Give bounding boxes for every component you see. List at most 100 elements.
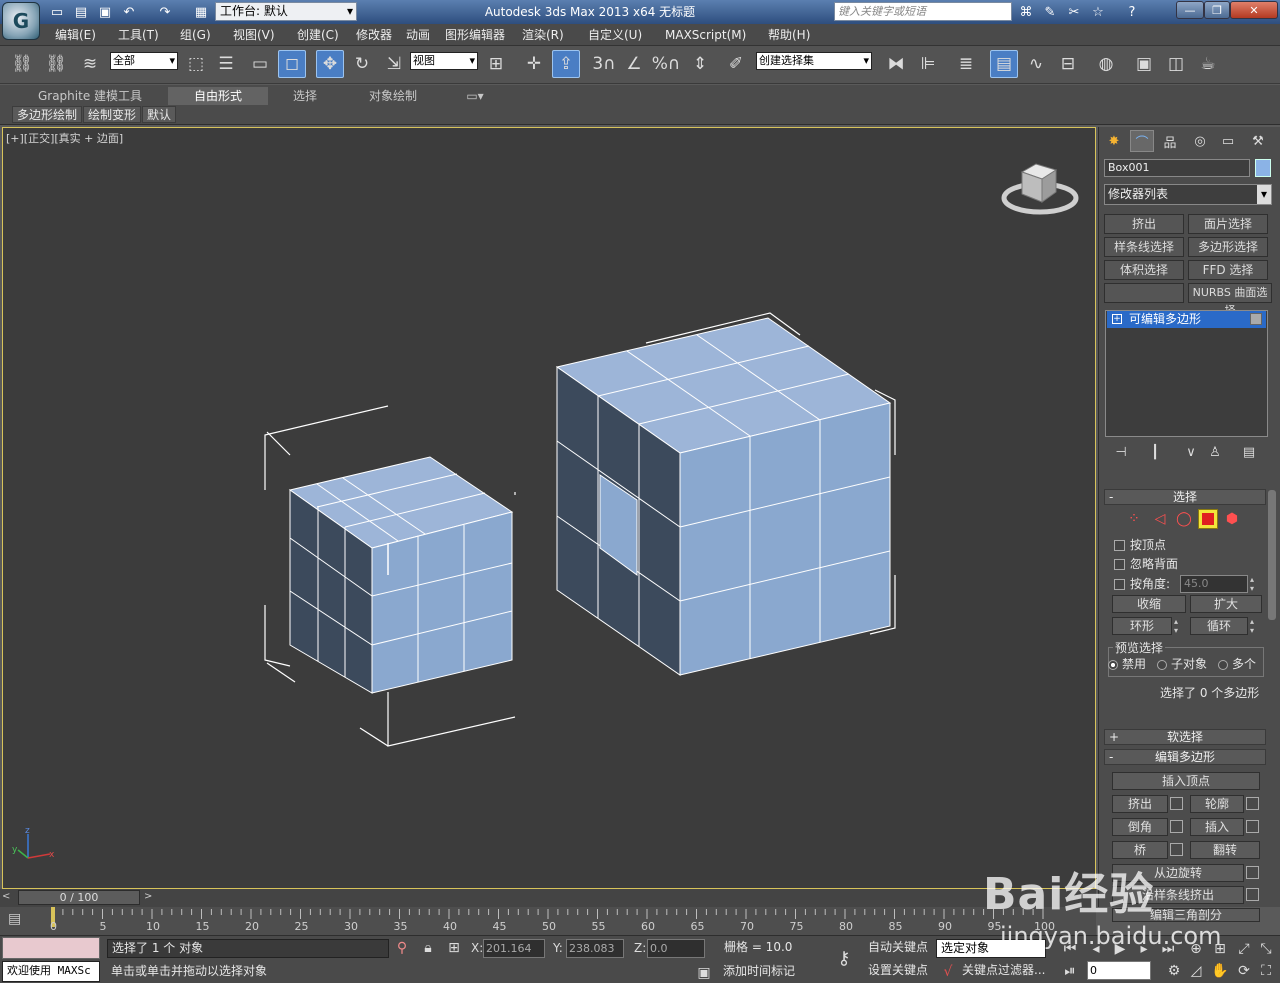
outline-settings-icon[interactable] <box>1246 797 1259 810</box>
loop-button[interactable]: 循环 <box>1190 617 1248 635</box>
x-coord-field[interactable]: 201.164 <box>483 939 545 958</box>
utilities-tab-icon[interactable]: ⚒ <box>1246 130 1270 152</box>
move-icon[interactable]: ✥ <box>316 50 344 78</box>
panel-scrollbar[interactable] <box>1268 490 1276 620</box>
modify-tab-icon[interactable]: ⌒ <box>1130 130 1154 152</box>
restore-button[interactable]: ❐ <box>1204 1 1230 19</box>
rotate-icon[interactable]: ↻ <box>348 50 376 78</box>
time-tag-icon[interactable]: ▣ <box>694 963 714 983</box>
loop-spinner-arrows[interactable]: ▴ ▾ <box>1250 617 1262 635</box>
by-angle-checkbox[interactable]: 按角度: <box>1114 576 1170 592</box>
element-mode-icon[interactable]: ⬢ <box>1222 509 1242 529</box>
menu-edit[interactable]: 编辑(E) <box>55 26 96 44</box>
polygon-mode-icon[interactable] <box>1198 509 1218 529</box>
menu-help[interactable]: 帮助(H) <box>768 26 810 44</box>
curve-editor-icon[interactable]: ∿ <box>1022 50 1050 78</box>
selection-lock-icon[interactable]: 🔒︎ <box>418 938 438 958</box>
unlink-icon[interactable]: ⛓ <box>42 50 70 78</box>
workspace-dropdown[interactable]: 工作台: 默认 <box>215 2 357 21</box>
motion-tab-icon[interactable]: ◎ <box>1188 130 1212 152</box>
auto-key-button[interactable]: 自动关键点 <box>864 939 932 958</box>
menu-modifiers[interactable]: 修改器 <box>356 26 392 44</box>
insert-vertex-button[interactable]: 插入顶点 <box>1112 772 1260 790</box>
bridge-button[interactable]: 桥 <box>1112 841 1168 859</box>
time-config-icon[interactable]: ⚙ <box>1164 961 1184 981</box>
maxscript-mini-listener[interactable]: 欢迎使用 MAXSc <box>2 961 100 982</box>
inset-button[interactable]: 插入 <box>1190 818 1244 836</box>
tools-icon[interactable]: ✂ <box>1064 3 1084 21</box>
mod-btn-vol-select[interactable]: 体积选择 <box>1104 260 1184 280</box>
preview-off-radio[interactable]: 禁用 <box>1108 656 1146 672</box>
viewport-label[interactable]: [+][正交][真实 + 边面] <box>6 130 123 146</box>
ribbon-options-icon[interactable]: ▭▾ <box>460 87 490 105</box>
extrude-button[interactable]: 挤出 <box>1112 795 1168 813</box>
help-icon[interactable]: ? <box>1122 3 1142 21</box>
edge-mode-icon[interactable]: ◁ <box>1150 509 1170 529</box>
bevel-button[interactable]: 倒角 <box>1112 818 1168 836</box>
orbit-icon[interactable]: ⟳ <box>1234 961 1254 981</box>
named-selection-dropdown[interactable]: 创建选择集 <box>756 52 872 70</box>
select-object-icon[interactable]: ⬚ <box>182 50 210 78</box>
stack-item-editable-poly[interactable]: 可编辑多边形 <box>1107 311 1266 328</box>
perspective-viewport[interactable] <box>2 127 1096 889</box>
wrench-icon[interactable]: ✎ <box>1040 3 1060 21</box>
new-icon[interactable]: ▭ <box>48 3 66 21</box>
redo-icon[interactable]: ↷ <box>156 3 174 21</box>
ribbon-tab-object-paint[interactable]: 对象绘制 <box>355 87 431 105</box>
app-logo-icon[interactable]: G <box>2 2 40 40</box>
time-slider-track[interactable] <box>0 889 1096 907</box>
key-filters-button[interactable]: 关键点过滤器... <box>958 962 1048 981</box>
absolute-mode-icon[interactable]: ⊞ <box>444 938 464 958</box>
fov-icon[interactable]: ◿ <box>1186 961 1206 981</box>
y-coord-field[interactable]: 238.083 <box>566 939 624 958</box>
mod-btn-spline-select[interactable]: 样条线选择 <box>1104 237 1184 257</box>
ribbon-tab-selection[interactable]: 选择 <box>280 87 330 105</box>
mod-btn-ffd-select[interactable]: FFD 选择 <box>1188 260 1268 280</box>
search-input[interactable]: 键入关键字或短语 <box>834 2 1012 21</box>
viewcube-icon[interactable] <box>1000 150 1080 220</box>
ribbon-sub-defaults[interactable]: 默认 <box>142 106 177 123</box>
extrude-spline-settings-icon[interactable] <box>1246 888 1259 901</box>
named-sel-edit-icon[interactable]: ✐ <box>722 50 750 78</box>
menu-maxscript[interactable]: MAXScript(M) <box>665 26 746 44</box>
link-icon[interactable]: ⛓ <box>8 50 36 78</box>
hinge-settings-icon[interactable] <box>1246 866 1259 879</box>
menu-rendering[interactable]: 渲染(R) <box>522 26 564 44</box>
ignore-backfacing-checkbox[interactable]: 忽略背面 <box>1114 556 1178 572</box>
rendered-frame-icon[interactable]: ◫ <box>1162 50 1190 78</box>
current-frame-field[interactable]: 0 <box>1087 961 1151 980</box>
mod-btn-nurbs-select[interactable]: NURBS 曲面选择 <box>1188 283 1272 317</box>
schematic-view-icon[interactable]: ⊟ <box>1054 50 1082 78</box>
object-color-swatch[interactable] <box>1255 159 1271 177</box>
mod-btn-empty[interactable] <box>1104 283 1184 303</box>
render-setup-icon[interactable]: ▣ <box>1130 50 1158 78</box>
make-unique-icon[interactable]: ∨ <box>1182 443 1200 461</box>
mod-btn-poly-select[interactable]: 多边形选择 <box>1188 237 1268 257</box>
undo-icon[interactable]: ↶ <box>120 3 138 21</box>
bevel-settings-icon[interactable] <box>1170 820 1183 833</box>
ring-button[interactable]: 环形 <box>1112 617 1172 635</box>
project-icon[interactable]: ▦ <box>192 3 210 21</box>
mod-btn-extrude[interactable]: 挤出 <box>1104 214 1184 234</box>
minimize-button[interactable]: — <box>1176 1 1204 19</box>
inset-settings-icon[interactable] <box>1246 820 1259 833</box>
menu-customize[interactable]: 自定义(U) <box>588 26 642 44</box>
time-slider-thumb[interactable]: 0 / 100 <box>18 890 140 905</box>
isolate-selection-icon[interactable]: ⚲ <box>392 938 412 958</box>
ref-coord-dropdown[interactable]: 视图 <box>410 52 478 70</box>
extrude-settings-icon[interactable] <box>1170 797 1183 810</box>
bind-spacewarp-icon[interactable]: ≋ <box>76 50 104 78</box>
ribbon-sub-paintdeform[interactable]: 绘制变形 <box>83 106 142 123</box>
time-next-icon[interactable]: > <box>144 891 158 905</box>
ribbon-sub-polydraw[interactable]: 多边形绘制 <box>12 106 83 123</box>
mod-btn-patch-select[interactable]: 面片选择 <box>1188 214 1268 234</box>
object-name-field[interactable]: Box001 <box>1104 159 1250 177</box>
align-icon[interactable]: ⊫ <box>914 50 942 78</box>
pin-stack-icon[interactable]: ⊣ <box>1112 443 1130 461</box>
pan-icon[interactable]: ✋ <box>1210 961 1230 981</box>
set-key-icon[interactable]: ⚷ <box>830 946 858 970</box>
graphite-toggle-icon[interactable]: ▤ <box>990 50 1018 78</box>
by-vertex-checkbox[interactable]: 按顶点 <box>1114 537 1166 553</box>
angle-spinner[interactable]: 45.0 <box>1180 575 1248 593</box>
bridge-settings-icon[interactable] <box>1170 843 1183 856</box>
